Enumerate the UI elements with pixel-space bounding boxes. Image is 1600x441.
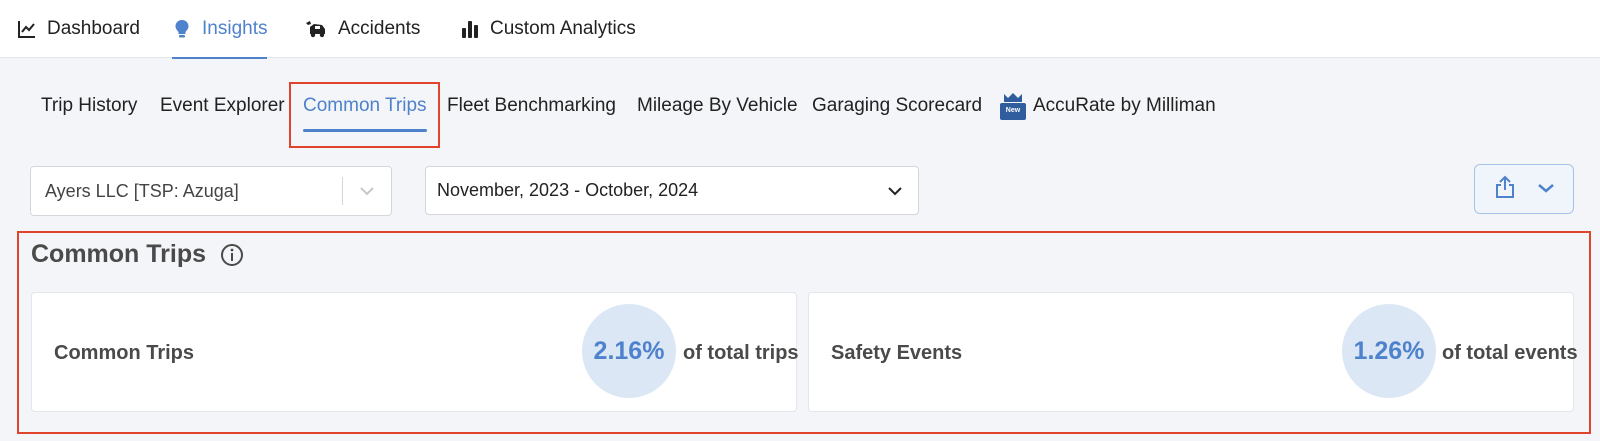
tab-garaging-scorecard[interactable]: Garaging Scorecard — [812, 90, 982, 122]
lightbulb-icon — [172, 19, 192, 39]
section-title: Common Trips — [31, 240, 244, 269]
export-button[interactable] — [1474, 164, 1574, 214]
share-icon — [1495, 175, 1515, 204]
percentage-circle: 2.16% — [582, 304, 676, 398]
safety-events-card: Safety Events 1.26% of total events — [808, 292, 1578, 412]
nav-custom-analytics-label: Custom Analytics — [490, 18, 636, 39]
nav-accidents[interactable]: Accidents — [304, 0, 420, 58]
card-label: Safety Events — [831, 341, 963, 364]
tab-trip-history[interactable]: Trip History — [41, 90, 137, 122]
section-title-text: Common Trips — [31, 240, 207, 268]
nav-insights[interactable]: Insights — [172, 0, 268, 59]
info-icon[interactable] — [220, 243, 244, 267]
date-range-select[interactable]: November, 2023 - October, 2024 — [425, 166, 919, 215]
tab-accurate-label: AccuRate by Milliman — [1033, 95, 1216, 116]
nav-dashboard-label: Dashboard — [47, 18, 140, 39]
company-select[interactable]: Ayers LLC [TSP: Azuga] — [30, 166, 392, 216]
nav-insights-label: Insights — [202, 18, 268, 39]
chevron-down-icon[interactable] — [872, 186, 918, 196]
active-tab-underline — [303, 129, 427, 132]
company-select-value: Ayers LLC [TSP: Azuga] — [45, 180, 239, 201]
car-crash-icon — [304, 19, 328, 39]
tab-mileage-by-vehicle[interactable]: Mileage By Vehicle — [637, 90, 798, 122]
common-trips-card: Common Trips 2.16% of total trips — [31, 292, 799, 412]
nav-custom-analytics[interactable]: Custom Analytics — [460, 0, 636, 58]
tab-fleet-benchmarking-label: Fleet Benchmarking — [447, 95, 616, 116]
tab-fleet-benchmarking[interactable]: Fleet Benchmarking — [447, 90, 616, 122]
top-navigation: Dashboard Insights Accidents Custom Anal… — [0, 0, 1600, 59]
date-range-value: November, 2023 - October, 2024 — [437, 180, 699, 200]
percentage-circle: 1.26% — [1342, 304, 1436, 398]
tab-mileage-by-vehicle-label: Mileage By Vehicle — [637, 95, 798, 116]
crown-new-icon: New — [999, 91, 1027, 121]
line-chart-icon — [17, 19, 37, 39]
bar-chart-icon — [460, 19, 480, 39]
tab-common-trips-label: Common Trips — [303, 95, 427, 116]
tab-event-explorer[interactable]: Event Explorer — [160, 90, 285, 122]
tab-garaging-scorecard-label: Garaging Scorecard — [812, 95, 983, 116]
card-suffix: of total trips — [683, 341, 799, 364]
tab-event-explorer-label: Event Explorer — [160, 95, 285, 116]
tab-trip-history-label: Trip History — [41, 95, 138, 116]
chevron-down-icon — [1537, 180, 1554, 198]
nav-accidents-label: Accidents — [338, 18, 421, 39]
tab-common-trips[interactable]: Common Trips — [303, 90, 427, 132]
tab-accurate-by-milliman[interactable]: New AccuRate by Milliman — [999, 90, 1216, 122]
new-badge: New — [1005, 107, 1021, 114]
chevron-down-icon[interactable] — [343, 186, 391, 196]
card-suffix: of total events — [1442, 341, 1578, 364]
card-label: Common Trips — [54, 341, 195, 364]
nav-dashboard[interactable]: Dashboard — [17, 0, 140, 58]
